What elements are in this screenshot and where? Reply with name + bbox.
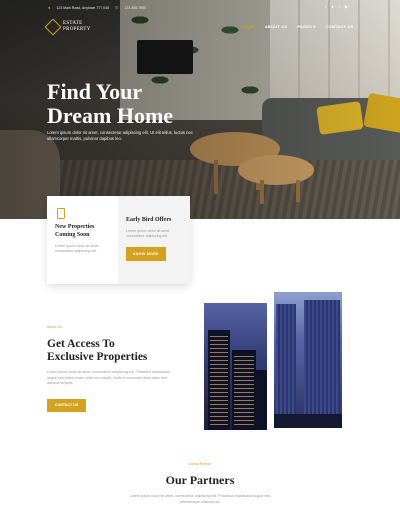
- card-new-properties-text: Lorem ipsum dolor sit amet, consectetur …: [55, 244, 100, 253]
- phone-icon: ✆: [114, 5, 119, 10]
- card-new-properties: New Properties Coming Soon Lorem ipsum d…: [47, 196, 118, 284]
- twitter-icon[interactable]: t: [339, 4, 340, 9]
- about-kicker: About Us: [47, 325, 62, 329]
- partners-kicker: Global Partner: [188, 462, 212, 466]
- chevron-down-icon: ▾: [313, 24, 316, 29]
- contact-us-button[interactable]: CONTACT US: [47, 399, 86, 412]
- partners-title: Our Partners: [165, 473, 235, 487]
- nav-item-about-us[interactable]: ABOUT US: [265, 24, 288, 29]
- city-photo-right: [274, 292, 342, 428]
- topbar-phone[interactable]: 123-456-7890: [124, 6, 146, 10]
- card-early-bird-title: Early Bird Offers: [126, 217, 172, 223]
- card-new-properties-title: New Properties Coming Soon: [55, 224, 95, 238]
- pinterest-icon[interactable]: ●: [331, 4, 333, 9]
- facebook-icon[interactable]: f: [325, 4, 326, 9]
- partners-text: Lorem ipsum dolor sit amet, consectetur …: [129, 494, 271, 504]
- hero-subtitle: Lorem ipsum dolor sit amet, consectetur …: [47, 130, 193, 141]
- main-nav: HOME ABOUT US PAGES ▾ CONTACT US: [242, 24, 354, 29]
- building-icon: [57, 208, 65, 219]
- nav-item-pages-label: PAGES: [297, 24, 313, 29]
- logo-mark-icon: [44, 18, 62, 36]
- nav-item-contact-us[interactable]: CONTACT US: [326, 24, 354, 29]
- logo-line2: PROPERTY: [63, 27, 91, 32]
- about-text: Lorem ipsum dolor sit amet, consectetur …: [47, 370, 170, 385]
- nav-item-home[interactable]: HOME: [242, 24, 255, 29]
- topbar-address: 123 Main Road, Anytown 777,045: [56, 5, 109, 10]
- topbar: ● 123 Main Road, Anytown 777,045 ✆ 123-4…: [48, 5, 146, 10]
- youtube-icon[interactable]: ▶: [345, 4, 348, 9]
- nav-item-pages[interactable]: PAGES ▾: [297, 24, 315, 29]
- feature-cards: New Properties Coming Soon Lorem ipsum d…: [47, 196, 190, 284]
- site-logo[interactable]: ESTATE PROPERTY: [44, 18, 91, 36]
- know-more-button[interactable]: KNOW MORE: [126, 247, 166, 261]
- card-early-bird-text: Lorem ipsum dolor sit amet, consectetur …: [126, 229, 171, 238]
- card-early-bird: Early Bird Offers Lorem ipsum dolor sit …: [118, 196, 190, 284]
- location-icon: ●: [48, 5, 51, 10]
- about-title: Get Access To Exclusive Properties: [47, 338, 148, 363]
- city-photo-left: [204, 303, 267, 430]
- social-links: f ● t ▶: [325, 4, 348, 9]
- hero-title: Find Your Dream Home: [47, 79, 174, 128]
